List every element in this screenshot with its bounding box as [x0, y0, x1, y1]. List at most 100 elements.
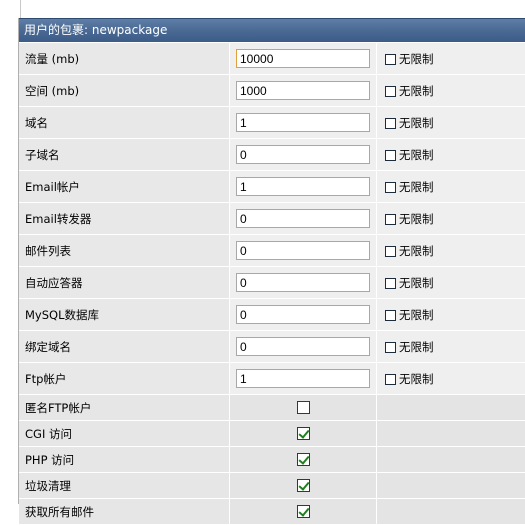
unlimited-label: 无限制 — [399, 308, 434, 322]
checkbox-cell — [230, 395, 376, 420]
unlimited-checkbox[interactable] — [385, 341, 396, 353]
table-row: Ftp帐户 无限制 — [19, 363, 525, 395]
unlimited-option[interactable]: 无限制 — [385, 275, 434, 291]
row-label: PHP 访问 — [19, 447, 229, 472]
top-strip — [0, 0, 525, 18]
value-cell — [230, 363, 376, 394]
unlimited-label: 无限制 — [399, 276, 434, 290]
row-label: 垃圾清理 — [19, 473, 229, 498]
row-label: 流量 (mb) — [19, 43, 229, 74]
unlimited-option[interactable]: 无限制 — [385, 371, 434, 387]
unlimited-label: 无限制 — [399, 244, 434, 258]
value-input[interactable] — [236, 49, 370, 68]
table-row: 垃圾清理 — [19, 473, 525, 499]
value-input[interactable] — [236, 209, 370, 228]
unlimited-label: 无限制 — [399, 372, 434, 386]
row-label: 域名 — [19, 107, 229, 138]
unlimited-checkbox[interactable] — [385, 245, 396, 257]
value-input[interactable] — [236, 369, 370, 388]
row-label: 绑定域名 — [19, 331, 229, 362]
row-label: Ftp帐户 — [19, 363, 229, 394]
value-cell — [230, 203, 376, 234]
unlimited-cell: 无限制 — [377, 363, 525, 394]
value-input[interactable] — [236, 177, 370, 196]
unlimited-checkbox[interactable] — [385, 181, 396, 193]
unlimited-option[interactable]: 无限制 — [385, 243, 434, 259]
row-label-text: 空间 (mb) — [25, 83, 80, 98]
value-input[interactable] — [236, 337, 370, 356]
unlimited-option[interactable]: 无限制 — [385, 147, 434, 163]
value-input[interactable] — [236, 81, 370, 100]
unlimited-option[interactable]: 无限制 — [385, 51, 434, 67]
table-row: 绑定域名 无限制 — [19, 331, 525, 363]
feature-checkbox[interactable] — [297, 401, 310, 414]
value-cell — [230, 171, 376, 202]
unlimited-checkbox[interactable] — [385, 85, 396, 97]
unlimited-option[interactable]: 无限制 — [385, 307, 434, 323]
table-row: CGI 访问 — [19, 421, 525, 447]
row-label-text: 流量 (mb) — [25, 51, 80, 66]
table-row: MySQL数据库 无限制 — [19, 299, 525, 331]
value-input[interactable] — [236, 113, 370, 132]
feature-checkbox[interactable] — [297, 427, 310, 440]
row-label-text: 绑定域名 — [25, 339, 71, 354]
row-label-text: 域名 — [25, 115, 48, 130]
row-label: 子域名 — [19, 139, 229, 170]
row-label-text: CGI 访问 — [25, 426, 72, 441]
unlimited-cell: 无限制 — [377, 235, 525, 266]
row-label-text: PHP 访问 — [25, 452, 75, 467]
row-label-text: Email帐户 — [25, 179, 80, 194]
value-input[interactable] — [236, 241, 370, 260]
feature-checkbox[interactable] — [297, 453, 310, 466]
value-cell — [230, 331, 376, 362]
table-row: Email转发器 无限制 — [19, 203, 525, 235]
row-label: 邮件列表 — [19, 235, 229, 266]
value-input[interactable] — [236, 305, 370, 324]
value-input[interactable] — [236, 145, 370, 164]
unlimited-label: 无限制 — [399, 212, 434, 226]
value-cell — [230, 235, 376, 266]
unlimited-cell: 无限制 — [377, 171, 525, 202]
row-label-text: 垃圾清理 — [25, 478, 71, 493]
unlimited-checkbox[interactable] — [385, 213, 396, 225]
empty-cell — [377, 447, 525, 472]
unlimited-option[interactable]: 无限制 — [385, 179, 434, 195]
checkbox-cell — [230, 421, 376, 446]
panel-header: 用户的包裹: newpackage — [19, 18, 525, 42]
unlimited-option[interactable]: 无限制 — [385, 115, 434, 131]
value-cell — [230, 299, 376, 330]
value-cell — [230, 75, 376, 106]
table-row: 获取所有邮件 — [19, 499, 525, 525]
table-row: 子域名 无限制 — [19, 139, 525, 171]
checkbox-cell — [230, 447, 376, 472]
feature-checkbox[interactable] — [297, 505, 310, 518]
unlimited-checkbox[interactable] — [385, 373, 396, 385]
feature-checkbox[interactable] — [297, 479, 310, 492]
unlimited-cell: 无限制 — [377, 203, 525, 234]
row-label: Email帐户 — [19, 171, 229, 202]
row-label-text: 自动应答器 — [25, 275, 83, 290]
empty-cell — [377, 395, 525, 420]
value-input[interactable] — [236, 273, 370, 292]
unlimited-option[interactable]: 无限制 — [385, 211, 434, 227]
value-cell — [230, 43, 376, 74]
empty-cell — [377, 421, 525, 446]
table-row: 流量 (mb) 无限制 — [19, 43, 525, 75]
unlimited-checkbox[interactable] — [385, 149, 396, 161]
unlimited-label: 无限制 — [399, 52, 434, 66]
unlimited-checkbox[interactable] — [385, 117, 396, 129]
table-row: 域名 无限制 — [19, 107, 525, 139]
package-rows: 流量 (mb)无限制空间 (mb)无限制域名无限制子域名无限制Email帐户无限… — [19, 43, 525, 525]
unlimited-checkbox[interactable] — [385, 53, 396, 65]
row-label: 自动应答器 — [19, 267, 229, 298]
row-label: 匿名FTP帐户 — [19, 395, 229, 420]
row-label: Email转发器 — [19, 203, 229, 234]
unlimited-option[interactable]: 无限制 — [385, 83, 434, 99]
unlimited-option[interactable]: 无限制 — [385, 339, 434, 355]
package-panel: 用户的包裹: newpackage 流量 (mb)无限制空间 (mb)无限制域名… — [18, 18, 525, 525]
unlimited-checkbox[interactable] — [385, 309, 396, 321]
row-label: CGI 访问 — [19, 421, 229, 446]
row-label-text: MySQL数据库 — [25, 307, 99, 322]
unlimited-checkbox[interactable] — [385, 277, 396, 289]
table-row: 自动应答器 无限制 — [19, 267, 525, 299]
